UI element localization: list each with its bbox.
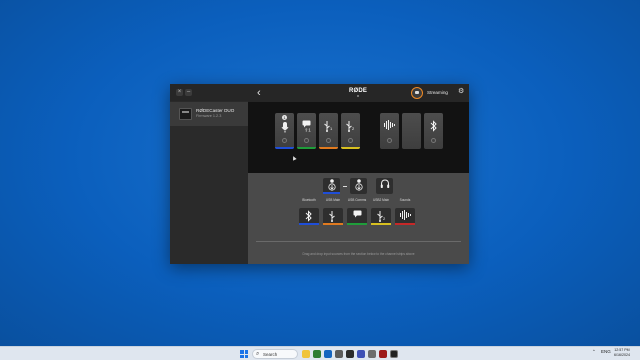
input-arrow-icon xyxy=(350,179,367,194)
output-bluetooth[interactable] xyxy=(299,208,319,225)
tray-language[interactable]: ENG xyxy=(601,349,611,354)
media-app-icon[interactable] xyxy=(379,350,387,358)
settings-taskbar-icon[interactable] xyxy=(368,350,376,358)
channel-knob xyxy=(431,138,436,143)
profile-label[interactable]: Streaming xyxy=(427,90,448,95)
sidebar: × – RØDECaster DUO Firmware 1.2.3 xyxy=(170,84,248,264)
top-bar: ‹ RØDE Streaming ⚙ xyxy=(248,84,469,102)
channel-sounds[interactable] xyxy=(380,113,399,149)
taskbar-search-input[interactable]: ⌕ Search xyxy=(252,349,298,359)
input-channels-panel: 1 ⇪1 1 2 xyxy=(248,102,469,173)
app-window: × – RØDECaster DUO Firmware 1.2.3 ‹ RØDE… xyxy=(170,84,469,264)
channel-knob xyxy=(348,138,353,143)
channel-color-bar xyxy=(297,147,316,149)
store-icon[interactable] xyxy=(335,350,343,358)
device-firmware: Firmware 1.2.3 xyxy=(196,114,222,118)
main-panel: ‹ RØDE Streaming ⚙ 1 ⇪1 1 2 Bluetooth US… xyxy=(248,84,469,264)
channel-badge: 1 xyxy=(282,115,287,120)
headphones-output[interactable] xyxy=(376,178,393,194)
drag-hint-text: Drag and drop input sources from the sec… xyxy=(302,252,415,256)
bluetooth-icon xyxy=(424,120,443,136)
chat-icon: ⇪1 xyxy=(297,120,316,136)
search-icon: ⌕ xyxy=(256,351,260,357)
output-routing-panel: Bluetooth USB Main USB Comms USB2 Main S… xyxy=(248,173,469,264)
profile-avatar-icon[interactable] xyxy=(411,87,423,99)
channel-knob xyxy=(387,138,392,143)
tray-chevron-icon[interactable]: ⌃ xyxy=(592,349,596,355)
app-taskbar-icon[interactable] xyxy=(313,350,321,358)
soundwave-icon xyxy=(380,120,399,134)
taskbar-clock[interactable]: 12:57 PM 6/16/2024 xyxy=(614,348,630,358)
output-color-bar xyxy=(395,223,415,225)
section-divider xyxy=(256,241,461,242)
device-name: RØDECaster DUO xyxy=(196,108,235,113)
microphone-icon xyxy=(275,122,294,137)
channel-knob xyxy=(326,138,331,143)
channel-usb1[interactable]: 1 xyxy=(319,113,338,149)
routing-link-dash xyxy=(343,186,347,187)
channel-bluetooth[interactable] xyxy=(424,113,443,149)
routing-input-2[interactable] xyxy=(350,178,367,194)
output-usb-comms[interactable] xyxy=(347,208,367,225)
file-explorer-icon[interactable] xyxy=(302,350,310,358)
channel-knob xyxy=(282,138,287,143)
output-label-sounds: Sounds xyxy=(399,198,411,202)
usb-number: 1 xyxy=(330,126,333,131)
channel-mic[interactable]: 1 xyxy=(275,113,294,149)
device-thumbnail-icon xyxy=(179,108,192,120)
taskbar: ⌕ Search ⌃ ENG 12:57 PM 6/16/2024 xyxy=(0,346,640,360)
output-usb2-main[interactable]: 2 xyxy=(371,208,391,225)
routing-input-1[interactable] xyxy=(323,178,340,194)
output-sounds[interactable] xyxy=(395,208,415,225)
windows-start-icon[interactable] xyxy=(240,350,248,358)
output-usb-main[interactable] xyxy=(323,208,343,225)
channel-color-bar xyxy=(275,147,294,149)
edge-browser-icon[interactable] xyxy=(324,350,332,358)
output-color-bar xyxy=(323,223,343,225)
channel-color-bar xyxy=(319,147,338,149)
usb-icon: 1 xyxy=(319,120,338,136)
device-item[interactable]: RØDECaster DUO Firmware 1.2.3 xyxy=(170,102,248,126)
output-label-usb-main: USB Main xyxy=(325,198,341,202)
output-label-usb2-main: USB2 Main xyxy=(372,198,390,202)
routing-color-bar xyxy=(323,192,340,194)
soundwave-icon xyxy=(395,210,415,224)
output-color-bar xyxy=(347,223,367,225)
svg-text:⇪1: ⇪1 xyxy=(305,128,312,133)
minimize-window-button[interactable]: – xyxy=(185,89,192,96)
output-color-bar xyxy=(371,223,391,225)
channel-knob xyxy=(304,138,309,143)
back-button[interactable]: ‹ xyxy=(257,86,261,100)
clock-date: 6/16/2024 xyxy=(614,353,630,357)
mail-icon[interactable] xyxy=(357,350,365,358)
svg-text:2: 2 xyxy=(383,216,386,221)
usb-number: 2 xyxy=(352,126,355,131)
search-placeholder: Search xyxy=(263,352,278,357)
brand-logo: RØDE xyxy=(349,88,368,94)
brand-dot xyxy=(357,95,359,97)
channel-empty[interactable] xyxy=(402,113,421,149)
close-window-button[interactable]: × xyxy=(176,89,183,96)
rodecaster-app-icon[interactable] xyxy=(390,350,398,358)
terminal-icon[interactable] xyxy=(346,350,354,358)
output-color-bar xyxy=(299,223,319,225)
output-label-usb-comms: USB Comms xyxy=(347,198,367,202)
output-label-bluetooth: Bluetooth xyxy=(302,198,316,202)
mouse-cursor-icon xyxy=(291,155,297,161)
channel-usb2[interactable]: 2 xyxy=(341,113,360,149)
headphones-icon xyxy=(376,179,393,192)
channel-chat[interactable]: ⇪1 xyxy=(297,113,316,149)
sidebar-titlebar: × – xyxy=(170,84,248,101)
settings-gear-icon[interactable]: ⚙ xyxy=(458,87,464,95)
usb-icon: 2 xyxy=(341,120,360,136)
channel-color-bar xyxy=(341,147,360,149)
